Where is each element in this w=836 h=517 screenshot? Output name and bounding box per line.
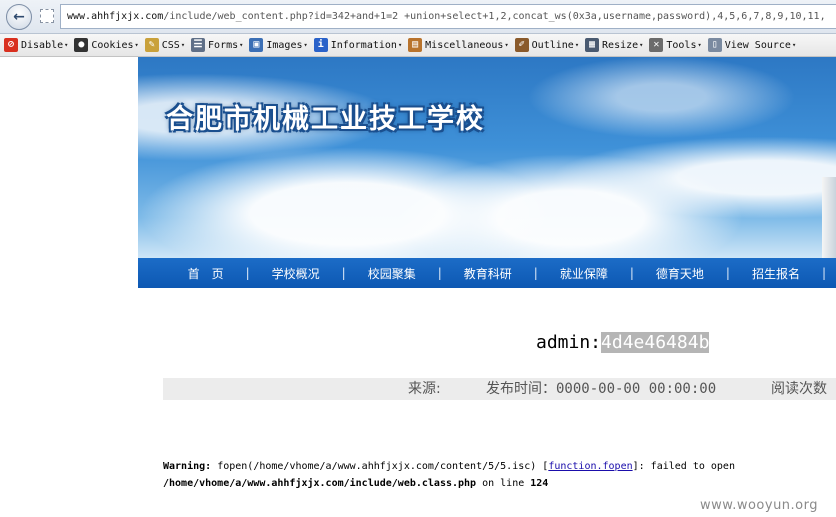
toolbar-outline-menu[interactable]: ✐ Outline ▾	[514, 38, 580, 52]
dropdown-arrow-icon: ▾	[574, 41, 580, 49]
main-navigation: 首 页 | 学校概况 | 校园聚集 | 教育科研 | 就业保障 | 德育天地 | 招生报名 |	[138, 258, 836, 288]
tower-image	[822, 177, 836, 258]
toolbar-information-menu[interactable]: i Information ▾	[313, 38, 403, 52]
toolbar-item-label: Resize	[602, 39, 639, 51]
nav-separator: |	[725, 266, 730, 280]
toolbar-images-menu[interactable]: ▣ Images ▾	[249, 38, 308, 52]
warning-text-2: ]: failed to open	[632, 461, 735, 472]
document-icon: ▯	[707, 38, 722, 52]
no-entry-icon: ⊘	[4, 38, 18, 52]
info-icon: i	[313, 38, 328, 52]
nav-separator: |	[533, 266, 538, 280]
php-warning: Warning: fopen(/home/vhome/a/www.ahhfjxj…	[163, 458, 836, 492]
meta-publish-time: 发布时间：0000-00-00 00:00:00	[486, 381, 717, 397]
url-host: www.ahhfjxjx.com	[67, 11, 164, 22]
address-bar: ← www.ahhfjxjx.com/include/web_content.p…	[0, 0, 836, 34]
toolbar-forms-menu[interactable]: ☰ Forms ▾	[191, 38, 243, 52]
injection-result: admin:4d4e46484b	[536, 331, 710, 355]
watermark: www.wooyun.org	[700, 498, 819, 513]
form-icon: ☰	[191, 38, 206, 52]
dropdown-arrow-icon: ▾	[791, 41, 797, 49]
warning-path: /home/vhome/a/www.ahhfjxjx.com/include/w…	[163, 478, 477, 489]
school-title: 合肥市机械工业技工学校	[166, 104, 485, 135]
toolbar-miscellaneous-menu[interactable]: ▤ Miscellaneous ▾	[408, 38, 509, 52]
nav-separator: |	[245, 266, 250, 280]
dropdown-arrow-icon: ▾	[239, 41, 244, 49]
back-button[interactable]: ←	[6, 4, 32, 30]
nav-item[interactable]: 学校概况	[272, 265, 320, 282]
toolbar-item-label: Forms	[208, 39, 239, 51]
toolbar-item-label: Outline	[531, 39, 574, 51]
toolbar-cookies-menu[interactable]: ● Cookies ▾	[74, 38, 139, 52]
back-arrow-icon: ←	[13, 9, 25, 25]
nav-separator: |	[821, 266, 826, 280]
nav-item[interactable]: 校园聚集	[368, 265, 416, 282]
toolbar-resize-menu[interactable]: ▦ Resize ▾	[585, 38, 643, 52]
person-icon: ●	[74, 38, 89, 52]
toolbar-css-menu[interactable]: ✎ CSS ▾	[144, 38, 186, 52]
toolbar-item-label: Miscellaneous	[425, 39, 504, 51]
image-icon: ▣	[249, 38, 264, 52]
meta-source: 来源:	[408, 381, 441, 397]
article-meta-bar: 来源: 发布时间：0000-00-00 00:00:00 阅读次数	[163, 378, 836, 400]
web-developer-toolbar: ⊘ Disable ▾ ● Cookies ▾ ✎ CSS ▾ ☰ Forms ▾ ▣ Images ▾ i I…	[0, 34, 836, 57]
warning-text: fopen(/home/vhome/a/www.ahhfjxjx.com/con…	[211, 461, 549, 472]
toolbar-item-label: Tools	[666, 39, 697, 51]
toolbar-item-label: Disable	[21, 39, 64, 51]
warning-online: on line	[476, 478, 531, 489]
toolbox-icon: ▤	[408, 38, 423, 52]
function-fopen-link[interactable]: function.fopen	[548, 461, 632, 472]
nav-item[interactable]: 教育科研	[464, 265, 512, 282]
result-hash: 4d4e46484b	[601, 332, 710, 353]
wrench-icon: ✕	[649, 38, 664, 52]
warning-label: Warning:	[163, 461, 212, 472]
dropdown-arrow-icon: ▾	[64, 41, 69, 49]
result-prefix: admin:	[536, 332, 602, 353]
dropdown-arrow-icon: ▾	[180, 41, 186, 49]
dropdown-arrow-icon: ▾	[639, 41, 644, 49]
toolbar-item-label: Cookies	[91, 39, 134, 51]
nav-item[interactable]: 德育天地	[656, 265, 704, 282]
warning-line-number: 124	[530, 478, 549, 489]
brush-icon: ✐	[514, 38, 529, 52]
warning-line-1: Warning: fopen(/home/vhome/a/www.ahhfjxj…	[163, 458, 836, 475]
nav-item[interactable]: 首 页	[188, 265, 224, 282]
warning-line-2: /home/vhome/a/www.ahhfjxjx.com/include/w…	[163, 475, 836, 492]
toolbar-item-label: CSS	[161, 39, 180, 51]
toolbar-tools-menu[interactable]: ✕ Tools ▾	[649, 38, 702, 52]
site-identity-icon[interactable]	[40, 9, 54, 23]
toolbar-item-label: Images	[266, 39, 303, 51]
pencil-icon: ✎	[144, 38, 159, 52]
meta-read-count: 阅读次数	[771, 381, 827, 397]
url-input[interactable]: www.ahhfjxjx.com/include/web_content.php…	[60, 4, 836, 29]
dropdown-arrow-icon: ▾	[303, 41, 308, 49]
school-banner: 合肥市机械工业技工学校	[138, 57, 836, 258]
nav-separator: |	[629, 266, 634, 280]
dropdown-arrow-icon: ▾	[397, 41, 403, 49]
nav-item[interactable]: 招生报名	[752, 265, 800, 282]
dropdown-arrow-icon: ▾	[504, 41, 509, 49]
nav-separator: |	[437, 266, 442, 280]
nav-item[interactable]: 就业保障	[560, 265, 608, 282]
toolbar-disable-menu[interactable]: ⊘ Disable ▾	[4, 38, 68, 52]
nav-separator: |	[341, 266, 346, 280]
dropdown-arrow-icon: ▾	[697, 41, 702, 49]
dropdown-arrow-icon: ▾	[134, 41, 139, 49]
toolbar-view-source-menu[interactable]: ▯ View Source ▾	[707, 38, 797, 52]
toolbar-item-label: View Source	[724, 39, 791, 51]
toolbar-item-label: Information	[330, 39, 397, 51]
resize-icon: ▦	[585, 38, 600, 52]
url-path: /include/web_content.php?id=342+and+1=2 …	[163, 11, 826, 22]
